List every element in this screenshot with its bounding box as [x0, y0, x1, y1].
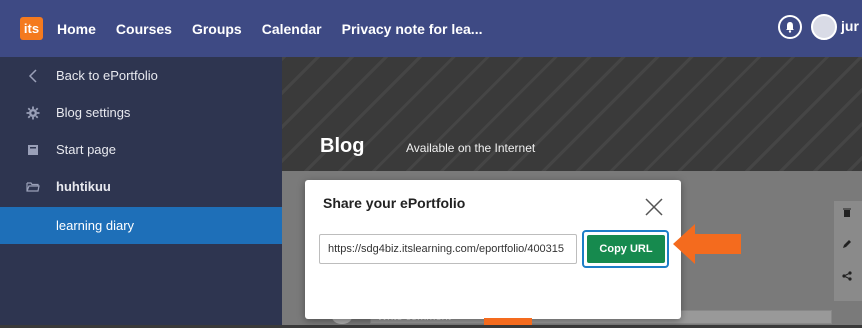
sidebar-item-huhtikuu[interactable]: huhtikuu — [0, 168, 282, 205]
dialog-title: Share your ePortfolio — [323, 195, 466, 211]
nav-groups[interactable]: Groups — [192, 21, 242, 37]
sidebar: Back to ePortfolio Blog settings Start p… — [0, 57, 282, 325]
nav-home[interactable]: Home — [57, 21, 96, 37]
user-avatar[interactable] — [811, 14, 837, 40]
main-nav: Home Courses Groups Calendar Privacy not… — [57, 21, 502, 37]
nav-privacy-note[interactable]: Privacy note for lea... — [342, 21, 483, 37]
sidebar-item-label: Blog settings — [56, 105, 131, 120]
nav-calendar[interactable]: Calendar — [262, 21, 322, 37]
sidebar-item-label: learning diary — [56, 218, 135, 233]
sidebar-item-blog-settings[interactable]: Blog settings — [0, 94, 282, 131]
nav-courses[interactable]: Courses — [116, 21, 172, 37]
folder-open-icon — [26, 181, 40, 193]
top-navigation-bar: its Home Courses Groups Calendar Privacy… — [0, 0, 862, 57]
sidebar-item-learning-diary[interactable]: learning diary — [0, 207, 282, 244]
chevron-left-icon — [26, 68, 40, 83]
user-name[interactable]: jur — [841, 18, 859, 34]
arrow-indicator — [484, 318, 532, 325]
trash-icon[interactable] — [842, 207, 852, 221]
eportfolio-url-field[interactable]: https://sdg4biz.itslearning.com/eportfol… — [319, 234, 577, 264]
sidebar-item-label: Start page — [56, 142, 116, 157]
edit-icon[interactable] — [842, 239, 852, 252]
visibility-status: Available on the Internet — [406, 141, 536, 155]
share-eportfolio-dialog: Share your ePortfolio https://sdg4biz.it… — [305, 180, 681, 319]
gear-icon — [26, 106, 40, 120]
page-title: Blog — [320, 135, 365, 157]
post-tools — [834, 201, 862, 301]
banner-pattern — [282, 57, 862, 171]
copy-url-button[interactable]: Copy URL — [587, 235, 665, 263]
book-icon — [26, 143, 40, 157]
bell-icon[interactable] — [778, 15, 802, 39]
itslearning-logo[interactable]: its — [20, 17, 43, 40]
sidebar-item-back-to-eportfolio[interactable]: Back to ePortfolio — [0, 57, 282, 94]
sidebar-item-start-page[interactable]: Start page — [0, 131, 282, 168]
share-icon[interactable] — [842, 271, 852, 284]
arrow-left-icon — [673, 224, 741, 264]
blog-banner: Blog Available on the Internet — [282, 57, 862, 171]
close-icon[interactable] — [645, 198, 663, 216]
sidebar-item-label: Back to ePortfolio — [56, 68, 158, 83]
sidebar-item-label: huhtikuu — [56, 179, 111, 194]
